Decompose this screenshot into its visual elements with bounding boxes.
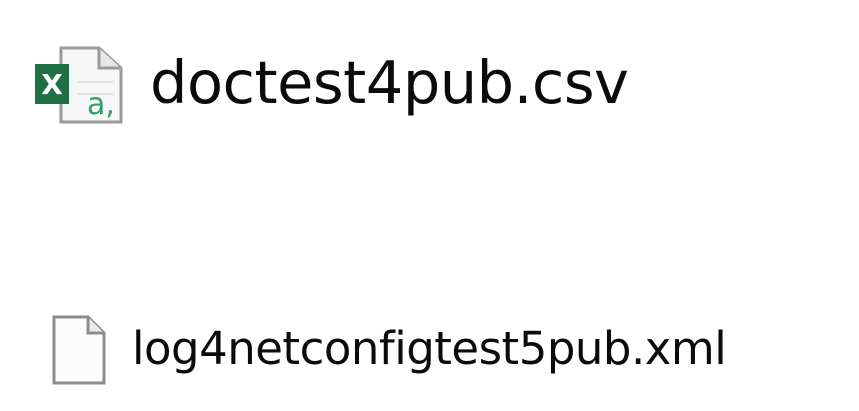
file-item-doctest4pub-csv[interactable]: X a, doctest4pub.csv [28,30,629,140]
file-name: doctest4pub.csv [150,47,629,117]
blank-file-icon [38,310,118,390]
excel-csv-file-icon: X a, [28,40,130,130]
svg-text:a,: a, [87,87,115,122]
svg-text:X: X [41,68,63,101]
file-name: log4netconfigtest5pub.xml [132,321,727,375]
file-item-log4netconfigtest5pub-xml[interactable]: log4netconfigtest5pub.xml [28,300,727,400]
